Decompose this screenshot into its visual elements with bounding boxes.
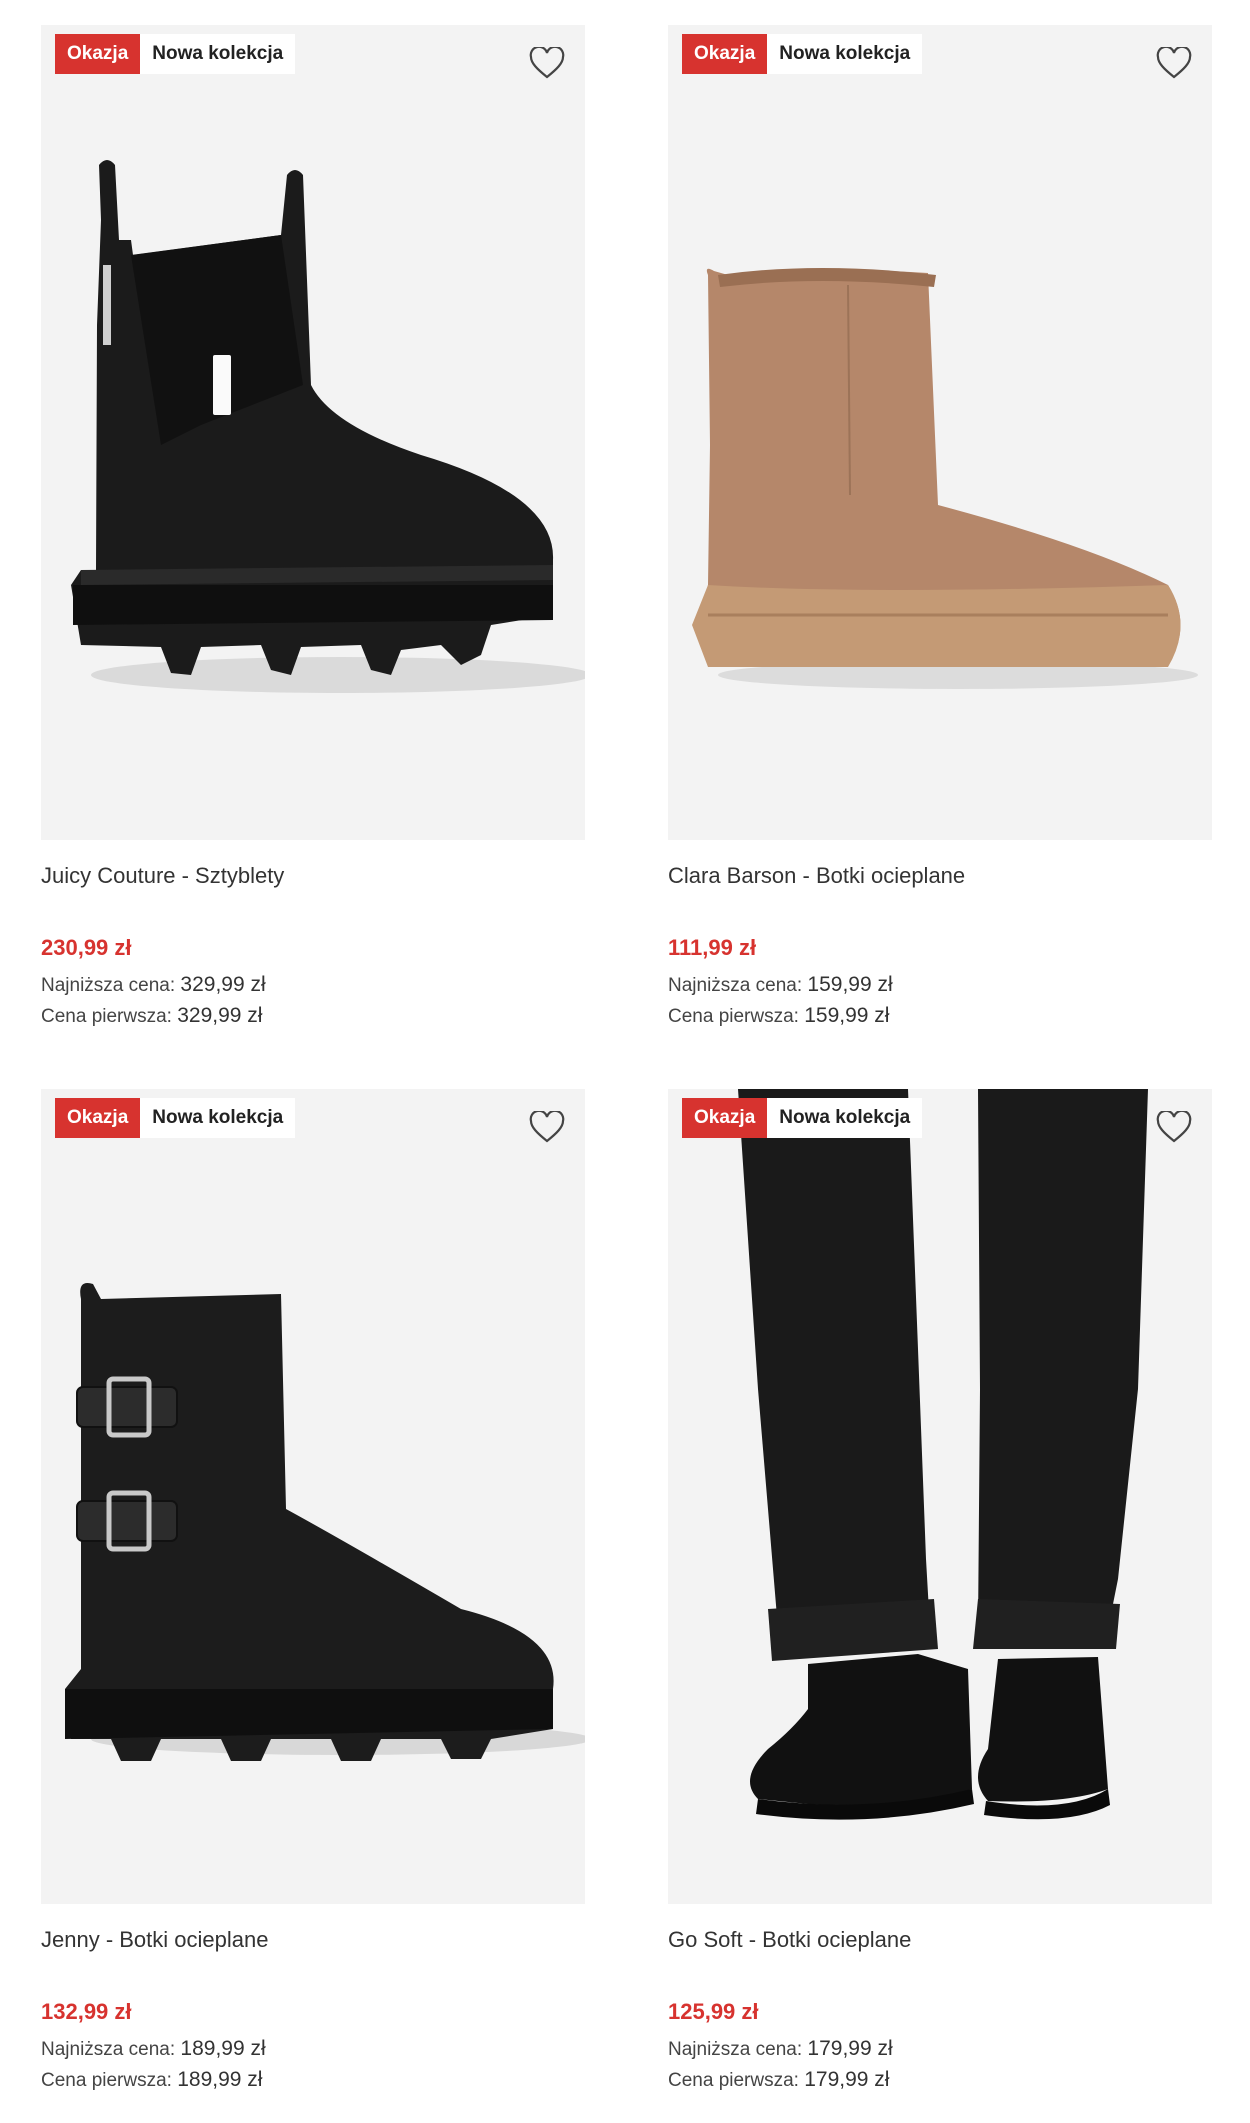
product-title[interactable]: Jenny - Botki ocieplane <box>41 1926 585 1954</box>
product-title[interactable]: Clara Barson - Botki ocieplane <box>668 862 1212 890</box>
favorite-button[interactable] <box>527 43 567 83</box>
sale-badge: Okazja <box>682 34 768 74</box>
lowest-price-row: Najniższa cena: 179,99 zł <box>668 2034 1212 2065</box>
product-price: 132,99 zł <box>41 1999 132 2024</box>
price-history: Najniższa cena: 179,99 zł Cena pierwsza:… <box>668 2034 1212 2096</box>
heart-outline-icon <box>529 1111 565 1143</box>
product-image[interactable] <box>41 25 585 840</box>
product-grid: Okazja Nowa kolekcja Juicy Couture - Szt… <box>0 0 1250 2123</box>
price-history: Najniższa cena: 189,99 zł Cena pierwsza:… <box>41 2034 585 2096</box>
product-image[interactable] <box>41 1089 585 1904</box>
lowest-price-value: 329,99 zł <box>180 973 266 996</box>
badge-group: Okazja Nowa kolekcja <box>682 34 923 74</box>
new-collection-badge: Nowa kolekcja <box>767 1098 923 1138</box>
first-price-label: Cena pierwsza: <box>41 2070 172 2091</box>
product-image-area[interactable]: Okazja Nowa kolekcja <box>668 1089 1212 1904</box>
badge-group: Okazja Nowa kolekcja <box>55 34 296 74</box>
lowest-price-value: 179,99 zł <box>807 2037 893 2060</box>
product-card[interactable]: Okazja Nowa kolekcja Jenny - Botki ociep… <box>41 1089 585 2096</box>
product-image-area[interactable]: Okazja Nowa kolekcja <box>668 25 1212 840</box>
product-card[interactable]: Okazja Nowa kolekcja Clara Barson - Botk… <box>668 25 1212 1032</box>
first-price-value: 189,99 zł <box>177 2068 263 2091</box>
first-price-row: Cena pierwsza: 189,99 zł <box>41 2065 585 2096</box>
new-collection-badge: Nowa kolekcja <box>140 34 296 74</box>
lowest-price-value: 189,99 zł <box>180 2037 266 2060</box>
product-card[interactable]: Okazja Nowa kolekcja Go Soft - Botki oci… <box>668 1089 1212 2096</box>
favorite-button[interactable] <box>527 1107 567 1147</box>
first-price-row: Cena pierwsza: 179,99 zł <box>668 2065 1212 2096</box>
first-price-row: Cena pierwsza: 329,99 zł <box>41 1001 585 1032</box>
favorite-button[interactable] <box>1154 1107 1194 1147</box>
product-image-area[interactable]: Okazja Nowa kolekcja <box>41 1089 585 1904</box>
product-image[interactable] <box>668 1089 1212 1904</box>
product-price: 111,99 zł <box>668 935 757 960</box>
new-collection-badge: Nowa kolekcja <box>140 1098 296 1138</box>
product-price: 125,99 zł <box>668 1999 759 2024</box>
new-collection-badge: Nowa kolekcja <box>767 34 923 74</box>
heart-outline-icon <box>1156 47 1192 79</box>
first-price-label: Cena pierwsza: <box>668 1006 799 1027</box>
product-title[interactable]: Go Soft - Botki ocieplane <box>668 1926 1212 1954</box>
first-price-label: Cena pierwsza: <box>668 2070 799 2091</box>
lowest-price-label: Najniższa cena: <box>668 975 803 996</box>
heart-outline-icon <box>529 47 565 79</box>
first-price-row: Cena pierwsza: 159,99 zł <box>668 1001 1212 1032</box>
lowest-price-row: Najniższa cena: 159,99 zł <box>668 970 1212 1001</box>
sale-badge: Okazja <box>682 1098 768 1138</box>
lowest-price-label: Najniższa cena: <box>41 2039 176 2060</box>
product-image[interactable] <box>668 25 1212 840</box>
lowest-price-row: Najniższa cena: 329,99 zł <box>41 970 585 1001</box>
lowest-price-row: Najniższa cena: 189,99 zł <box>41 2034 585 2065</box>
badge-group: Okazja Nowa kolekcja <box>682 1098 923 1138</box>
sale-badge: Okazja <box>55 1098 141 1138</box>
favorite-button[interactable] <box>1154 43 1194 83</box>
first-price-value: 159,99 zł <box>804 1004 890 1027</box>
product-image-area[interactable]: Okazja Nowa kolekcja <box>41 25 585 840</box>
price-history: Najniższa cena: 159,99 zł Cena pierwsza:… <box>668 970 1212 1032</box>
lowest-price-label: Najniższa cena: <box>41 975 176 996</box>
lowest-price-label: Najniższa cena: <box>668 2039 803 2060</box>
product-card[interactable]: Okazja Nowa kolekcja Juicy Couture - Szt… <box>41 25 585 1032</box>
lowest-price-value: 159,99 zł <box>807 973 893 996</box>
product-price: 230,99 zł <box>41 935 132 960</box>
first-price-value: 329,99 zł <box>177 1004 263 1027</box>
badge-group: Okazja Nowa kolekcja <box>55 1098 296 1138</box>
heart-outline-icon <box>1156 1111 1192 1143</box>
sale-badge: Okazja <box>55 34 141 74</box>
price-history: Najniższa cena: 329,99 zł Cena pierwsza:… <box>41 970 585 1032</box>
product-title[interactable]: Juicy Couture - Sztyblety <box>41 862 585 890</box>
first-price-value: 179,99 zł <box>804 2068 890 2091</box>
first-price-label: Cena pierwsza: <box>41 1006 172 1027</box>
